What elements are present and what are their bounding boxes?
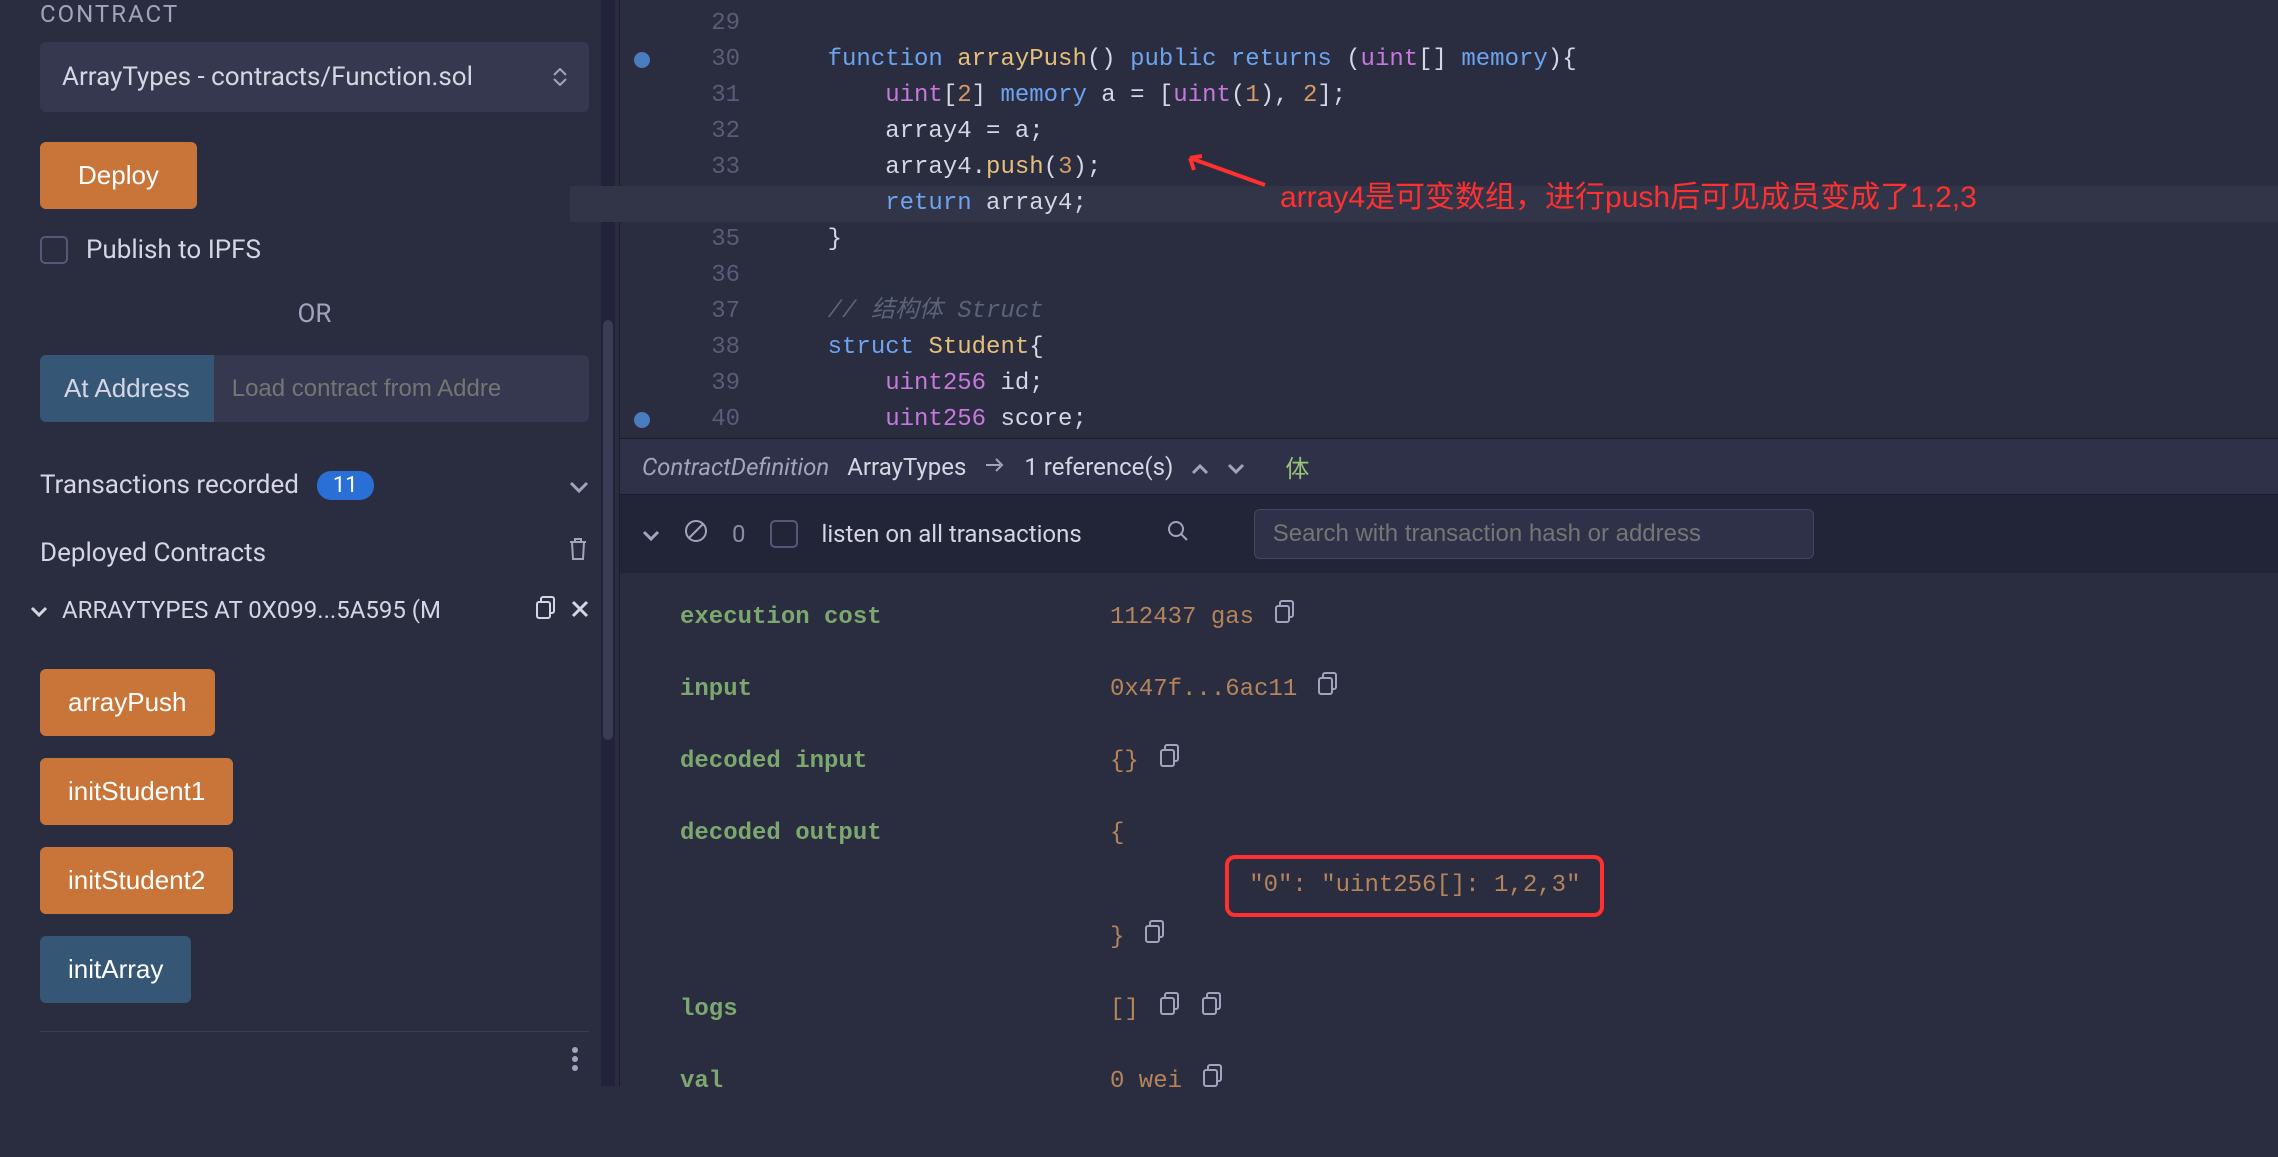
chevron-updown-icon	[553, 68, 567, 86]
code-editor[interactable]: 293031323334353637383940 function arrayP…	[620, 0, 2278, 438]
at-address-button[interactable]: At Address	[40, 355, 214, 422]
function-button-initStudent2[interactable]: initStudent2	[40, 847, 233, 914]
contract-section-label: CONTRACT	[40, 0, 589, 28]
search-icon[interactable]	[1166, 519, 1190, 549]
block-icon[interactable]	[684, 519, 708, 549]
output-value: {}	[1110, 741, 1181, 783]
kebab-menu-icon[interactable]	[571, 1046, 579, 1078]
copy-icon[interactable]	[1159, 743, 1181, 767]
transaction-output: execution cost112437 gasinput0x47f...6ac…	[620, 573, 2278, 1157]
panel-menu	[40, 1031, 589, 1086]
definition-kind: ContractDefinition	[642, 453, 829, 481]
output-value: 0 wei	[1110, 1061, 1224, 1103]
reference-count: 1 reference(s)	[1024, 453, 1173, 481]
contract-selected: ArrayTypes - contracts/Function.sol	[62, 62, 473, 92]
output-value: []	[1110, 989, 1223, 1031]
breakpoint-dot[interactable]	[634, 52, 650, 68]
annotation-text: array4是可变数组，进行push后可见成员变成了1,2,3	[1280, 180, 1977, 216]
chevron-down-icon[interactable]	[642, 520, 660, 548]
code-line[interactable]: function arrayPush() public returns (uin…	[770, 42, 2278, 78]
output-value: 112437 gas	[1110, 597, 1296, 639]
chevron-up-icon[interactable]	[1191, 453, 1209, 481]
publish-ipfs-row[interactable]: Publish to IPFS	[40, 235, 589, 265]
output-label: execution cost	[680, 597, 1100, 639]
code-line[interactable]: uint256 id;	[770, 366, 2278, 402]
highlighted-output: "0": "uint256[]: 1,2,3"	[1225, 855, 1604, 917]
goto-icon[interactable]	[984, 453, 1006, 481]
pending-count: 0	[732, 520, 746, 548]
copy-icon[interactable]	[535, 595, 557, 625]
code-line[interactable]: uint256 score;	[770, 402, 2278, 438]
output-row: input0x47f...6ac11	[680, 669, 2218, 711]
deployed-contracts-header: Deployed Contracts	[40, 536, 589, 569]
trash-icon[interactable]	[567, 536, 589, 569]
deployed-label: Deployed Contracts	[40, 538, 266, 568]
tx-recorded-label: Transactions recorded	[40, 470, 299, 500]
function-button-initStudent1[interactable]: initStudent1	[40, 758, 233, 825]
deploy-button[interactable]: Deploy	[40, 142, 197, 209]
chevron-down-icon[interactable]	[1227, 453, 1245, 481]
annotation-arrow-icon	[1180, 150, 1270, 190]
tx-count-badge: 11	[317, 471, 374, 500]
chevron-down-icon	[569, 470, 589, 500]
output-label: decoded input	[680, 741, 1100, 783]
copy-icon[interactable]	[1201, 991, 1223, 1015]
context-bar: ContractDefinition ArrayTypes 1 referenc…	[620, 438, 2278, 494]
publish-ipfs-checkbox[interactable]	[40, 236, 68, 264]
close-icon[interactable]	[571, 596, 589, 624]
output-label: logs	[680, 989, 1100, 1031]
at-address-row: At Address	[40, 355, 589, 422]
overlay-character: 体	[1285, 449, 1309, 484]
publish-ipfs-label: Publish to IPFS	[86, 235, 261, 265]
code-line[interactable]	[770, 258, 2278, 294]
function-button-arrayPush[interactable]: arrayPush	[40, 669, 215, 736]
listen-label: listen on all transactions	[822, 520, 1082, 548]
main-panel: 293031323334353637383940 function arrayP…	[620, 0, 2278, 1086]
output-value: 0x47f...6ac11	[1110, 669, 1339, 711]
output-row: execution cost112437 gas	[680, 597, 2218, 639]
code-line[interactable]: }	[770, 222, 2278, 258]
terminal-toolbar: 0 listen on all transactions	[620, 494, 2278, 573]
copy-icon[interactable]	[1159, 991, 1181, 1015]
output-row: decoded input{}	[680, 741, 2218, 783]
code-content[interactable]: function arrayPush() public returns (uin…	[740, 0, 2278, 438]
output-value: { "0": "uint256[]: 1,2,3"}	[1110, 813, 1604, 959]
address-input[interactable]	[214, 355, 589, 422]
listen-checkbox[interactable]	[770, 520, 798, 548]
definition-name: ArrayTypes	[847, 453, 966, 481]
deployed-contract-item[interactable]: ARRAYTYPES AT 0X099...5A595 (M	[30, 595, 589, 625]
deploy-panel: CONTRACT ArrayTypes - contracts/Function…	[0, 0, 620, 1086]
copy-icon[interactable]	[1202, 1063, 1224, 1087]
sidebar-scrollbar[interactable]	[601, 0, 615, 1086]
function-buttons: arrayPush initStudent1 initStudent2 initArr…	[40, 669, 589, 1003]
transactions-recorded-row[interactable]: Transactions recorded 11	[40, 470, 589, 500]
output-label: val	[680, 1061, 1100, 1103]
code-line[interactable]: struct Student{	[770, 330, 2278, 366]
code-line[interactable]: array4 = a;	[770, 114, 2278, 150]
breakpoint-dot[interactable]	[634, 412, 650, 428]
output-row: decoded output{ "0": "uint256[]: 1,2,3"}	[680, 813, 2218, 959]
contract-dropdown[interactable]: ArrayTypes - contracts/Function.sol	[40, 42, 589, 112]
chevron-down-icon	[30, 596, 48, 624]
output-row: val0 wei	[680, 1061, 2218, 1103]
or-divider: OR	[40, 299, 589, 329]
output-row: logs[]	[680, 989, 2218, 1031]
copy-icon[interactable]	[1274, 599, 1296, 623]
output-label: input	[680, 669, 1100, 711]
copy-icon[interactable]	[1317, 671, 1339, 695]
copy-icon[interactable]	[1144, 919, 1166, 943]
contract-instance-label: ARRAYTYPES AT 0X099...5A595 (M	[62, 596, 441, 624]
tx-search-input[interactable]	[1254, 509, 1814, 559]
code-line[interactable]	[770, 6, 2278, 42]
code-line[interactable]: uint[2] memory a = [uint(1), 2];	[770, 78, 2278, 114]
output-label: decoded output	[680, 813, 1100, 959]
function-button-initArray[interactable]: initArray	[40, 936, 191, 1003]
code-line[interactable]: // 结构体 Struct	[770, 294, 2278, 330]
